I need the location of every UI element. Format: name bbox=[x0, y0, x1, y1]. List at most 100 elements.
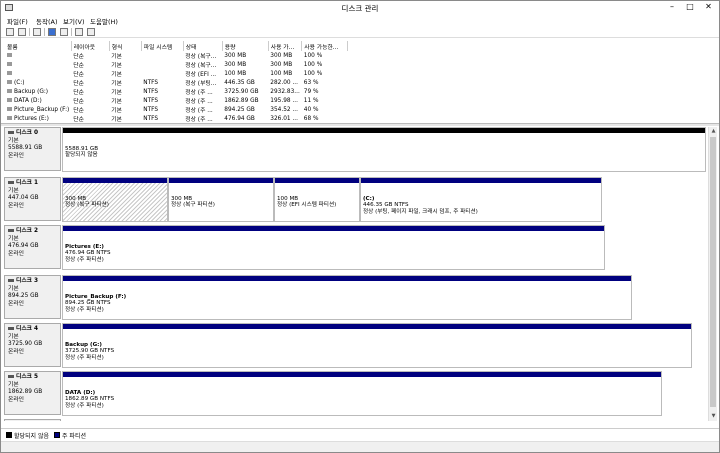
disk-name: 디스크 4 bbox=[8, 326, 57, 334]
menu-action[interactable]: 동작(A) bbox=[36, 16, 57, 26]
cell-status: 정상 (주 ... bbox=[185, 117, 213, 123]
disk-partition-bar: 5588.91 GB 할당되지 않음 bbox=[62, 127, 706, 172]
table-row[interactable]: 단순 기본 정상 (EFI ... 100 MB 100 MB 100 % bbox=[5, 69, 348, 78]
scroll-down-icon[interactable]: ▼ bbox=[709, 412, 718, 421]
disk-size: 447.04 GB bbox=[8, 195, 39, 201]
partition[interactable]: Pictures (E:) 476.94 GB NTFS 정상 (주 파티션) bbox=[62, 225, 605, 270]
disk-partition-bar: 300 MB 정상 (복구 파티션) 300 MB 정상 (복구 파티션) 100 MB… bbox=[62, 177, 602, 222]
partition[interactable]: 300 MB 정상 (복구 파티션) bbox=[168, 177, 274, 222]
column-header-percent-free[interactable]: 사용 가능한... bbox=[301, 41, 349, 51]
partition-status: 정상 (복구 파티션) bbox=[65, 202, 109, 209]
partition[interactable]: DATA (D:) 1862.89 GB NTFS 정상 (주 파티션) bbox=[62, 371, 662, 416]
properties-icon[interactable] bbox=[60, 28, 68, 36]
volume-icon bbox=[7, 53, 12, 57]
menu-view[interactable]: 보기(V) bbox=[63, 16, 84, 26]
column-header-layout[interactable]: 레이아웃 bbox=[71, 41, 110, 51]
table-row[interactable]: Backup (G:) 단순 기본 NTFS 정상 (주 ... 3725.90 GB 29… bbox=[5, 87, 348, 96]
column-header-type[interactable]: 형식 bbox=[109, 41, 142, 51]
scroll-up-icon[interactable]: ▲ bbox=[709, 127, 718, 136]
disk-info[interactable]: 디스크 6 bbox=[4, 419, 61, 421]
disk-info[interactable]: 디스크 1 기본 447.04 GB 온라인 bbox=[4, 177, 61, 221]
cell-layout: 단순 bbox=[73, 81, 84, 87]
cell-percent-free: 100 % bbox=[303, 61, 323, 68]
disk-icon bbox=[8, 181, 14, 184]
refresh-icon[interactable] bbox=[75, 28, 83, 36]
partition[interactable]: 100 MB 정상 (EFI 시스템 파티션) bbox=[274, 177, 360, 222]
cell-type: 기본 bbox=[111, 54, 122, 60]
disk-row: 디스크 1 기본 447.04 GB 온라인 300 MB 정상 (복구 파티션) 300 … bbox=[4, 177, 707, 223]
maximize-icon[interactable]: □ bbox=[682, 1, 698, 12]
cell-volume bbox=[5, 69, 71, 78]
cell-percent-free: 63 % bbox=[303, 79, 319, 86]
list-icon[interactable] bbox=[33, 28, 41, 36]
partition-body: Backup (G:) 3725.90 GB NTFS 정상 (주 파티션) bbox=[63, 329, 691, 367]
disk-info[interactable]: 디스크 4 기본 3725.90 GB 온라인 bbox=[4, 323, 61, 367]
disk-info[interactable]: 디스크 3 기본 894.25 GB 온라인 bbox=[4, 275, 61, 319]
table-row[interactable]: Picture_Backup (F:) 단순 기본 NTFS 정상 (주 ... 894.… bbox=[5, 105, 348, 114]
forward-arrow-icon[interactable] bbox=[18, 28, 26, 36]
column-header-volume[interactable]: 볼륨 bbox=[5, 41, 72, 51]
cell-free-space: 195.98 ... bbox=[270, 97, 298, 104]
disk-name-label: 디스크 0 bbox=[16, 130, 39, 136]
volume-table-header: 볼륨 레이아웃 형식 파일 시스템 상태 용량 사용 가... 사용 가능한..… bbox=[5, 41, 349, 51]
table-row[interactable]: 단순 기본 정상 (복구... 300 MB 300 MB 100 % bbox=[5, 51, 348, 60]
unallocated-space[interactable]: 5588.91 GB 할당되지 않음 bbox=[62, 127, 706, 172]
cell-volume bbox=[5, 51, 71, 60]
pane-splitter[interactable] bbox=[1, 123, 719, 126]
vertical-scrollbar[interactable]: ▲ ▼ bbox=[708, 127, 717, 421]
cell-status: 정상 (복구... bbox=[185, 54, 217, 60]
cell-percent-free: 100 % bbox=[303, 52, 323, 59]
cell-status: 정상 (주 ... bbox=[185, 90, 213, 96]
column-header-free-space[interactable]: 사용 가... bbox=[268, 41, 303, 51]
disk-info[interactable]: 디스크 0 기본 5588.91 GB 온라인 bbox=[4, 127, 61, 171]
table-row[interactable]: (C:) 단순 기본 NTFS 정상 (부팅... 446.35 GB 282.00 ...… bbox=[5, 78, 348, 87]
cell-percent-free: 11 % bbox=[303, 97, 319, 104]
partition[interactable]: (C:) 446.35 GB NTFS 정상 (부팅, 페이지 파일, 크래시 덤프… bbox=[360, 177, 602, 222]
partition-status: 정상 (부팅, 페이지 파일, 크래시 덤프, 주 파티션) bbox=[363, 208, 478, 215]
status-bar bbox=[1, 441, 719, 452]
column-header-filesystem[interactable]: 파일 시스템 bbox=[141, 41, 184, 51]
cell-type: 기본 bbox=[111, 72, 122, 78]
cell-layout: 단순 bbox=[73, 54, 84, 60]
back-arrow-icon[interactable] bbox=[6, 28, 14, 36]
table-row[interactable]: 단순 기본 정상 (복구... 300 MB 300 MB 100 % bbox=[5, 60, 348, 69]
disk-name-label: 디스크 3 bbox=[16, 278, 39, 284]
disk-info[interactable]: 디스크 5 기본 1862.89 GB 온라인 bbox=[4, 371, 61, 415]
partition-body: Pictures (E:) 476.94 GB NTFS 정상 (주 파티션) bbox=[63, 231, 604, 269]
volume-list: 볼륨 레이아웃 형식 파일 시스템 상태 용량 사용 가... 사용 가능한..… bbox=[5, 41, 717, 123]
volume-name: Picture_Backup (F:) bbox=[14, 106, 70, 113]
menu-help[interactable]: 도움말(H) bbox=[90, 16, 118, 26]
volume-icon bbox=[7, 80, 12, 84]
cell-capacity: 476.94 GB bbox=[224, 115, 255, 122]
partition-status: 정상 (주 파티션) bbox=[65, 256, 104, 263]
partition[interactable]: Picture_Backup (F:) 894.25 GB NTFS 정상 (주 파… bbox=[62, 275, 632, 320]
partition[interactable]: 300 MB 정상 (복구 파티션) bbox=[62, 177, 168, 222]
minimize-icon[interactable]: – bbox=[663, 1, 681, 12]
table-row[interactable]: DATA (D:) 단순 기본 NTFS 정상 (주 ... 1862.89 GB 195.… bbox=[5, 96, 348, 105]
disk-info[interactable]: 디스크 2 기본 476.94 GB 온라인 bbox=[4, 225, 61, 269]
volume-table: 볼륨 레이아웃 형식 파일 시스템 상태 용량 사용 가... 사용 가능한..… bbox=[5, 41, 349, 123]
column-header-capacity[interactable]: 용량 bbox=[222, 41, 269, 51]
disk-icon bbox=[8, 131, 14, 134]
cell-volume: DATA (D:) bbox=[5, 96, 71, 105]
cell-filesystem: NTFS bbox=[143, 79, 159, 86]
toolbar bbox=[1, 26, 719, 38]
cell-volume: (C:) bbox=[5, 78, 71, 87]
rescan-icon[interactable] bbox=[87, 28, 95, 36]
partition[interactable]: Backup (G:) 3725.90 GB NTFS 정상 (주 파티션) bbox=[62, 323, 692, 368]
disk-size: 1862.89 GB bbox=[8, 389, 43, 395]
help-icon[interactable] bbox=[48, 28, 56, 36]
volume-icon bbox=[7, 98, 12, 102]
cell-status: 정상 (부팅... bbox=[185, 81, 217, 87]
scrollbar-thumb[interactable] bbox=[710, 137, 716, 407]
column-header-status[interactable]: 상태 bbox=[183, 41, 223, 51]
disk-type: 기본 bbox=[8, 285, 19, 292]
disk-row: 디스크 2 기본 476.94 GB 온라인 Pictures (E:) 476.94 G… bbox=[4, 225, 707, 271]
menu-bar: 파일(F) 동작(A) 보기(V) 도움말(H) bbox=[1, 15, 719, 26]
cell-layout: 단순 bbox=[73, 72, 84, 78]
volume-icon bbox=[7, 116, 12, 120]
cell-filesystem bbox=[141, 69, 183, 78]
menu-file[interactable]: 파일(F) bbox=[7, 16, 28, 26]
close-icon[interactable]: ✕ bbox=[698, 1, 719, 12]
table-row[interactable]: Pictures (E:) 단순 기본 NTFS 정상 (주 ... 476.94 GB 3… bbox=[5, 114, 348, 123]
